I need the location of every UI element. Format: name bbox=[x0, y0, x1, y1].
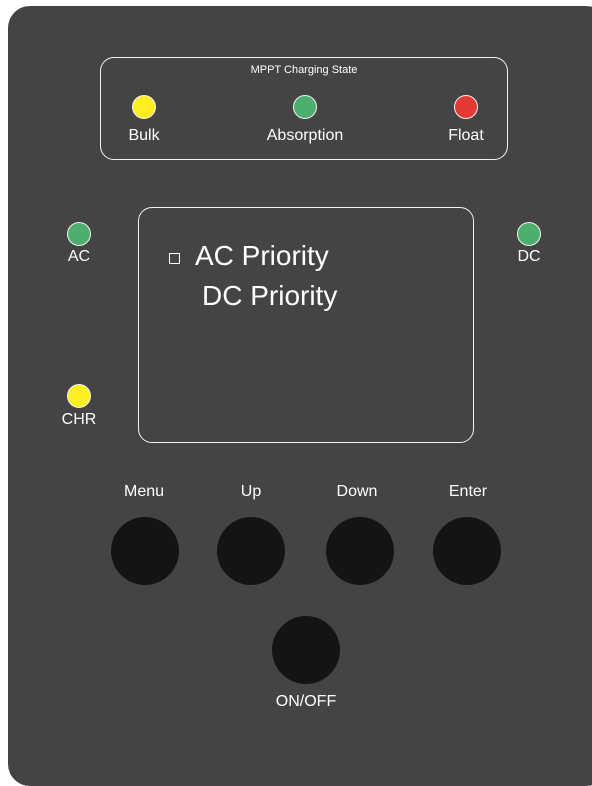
absorption-indicator-led bbox=[293, 95, 317, 119]
option-ac-priority[interactable]: AC Priority bbox=[195, 240, 329, 272]
down-label: Down bbox=[336, 483, 378, 500]
chr-indicator-led bbox=[67, 384, 91, 408]
dc-indicator-led bbox=[517, 222, 541, 246]
float-label: Float bbox=[448, 127, 484, 144]
bulk-indicator-led bbox=[132, 95, 156, 119]
bulk-label: Bulk bbox=[128, 127, 160, 144]
ac-label: AC bbox=[67, 248, 91, 265]
option-dc-priority[interactable]: DC Priority bbox=[202, 280, 337, 312]
power-button[interactable] bbox=[272, 616, 340, 684]
down-button[interactable] bbox=[326, 517, 394, 585]
enter-label: Enter bbox=[448, 483, 488, 500]
enter-button[interactable] bbox=[433, 517, 501, 585]
up-label: Up bbox=[240, 483, 262, 500]
absorption-label: Absorption bbox=[266, 127, 344, 144]
menu-button[interactable] bbox=[111, 517, 179, 585]
power-label: ON/OFF bbox=[275, 693, 337, 710]
display-screen: AC Priority DC Priority bbox=[138, 207, 474, 443]
float-indicator-led bbox=[454, 95, 478, 119]
ac-indicator-led bbox=[67, 222, 91, 246]
mppt-title: MPPT Charging State bbox=[250, 64, 358, 76]
menu-label: Menu bbox=[123, 483, 165, 500]
selection-checkbox bbox=[169, 253, 180, 264]
chr-label: CHR bbox=[61, 411, 97, 428]
dc-label: DC bbox=[517, 248, 541, 265]
up-button[interactable] bbox=[217, 517, 285, 585]
